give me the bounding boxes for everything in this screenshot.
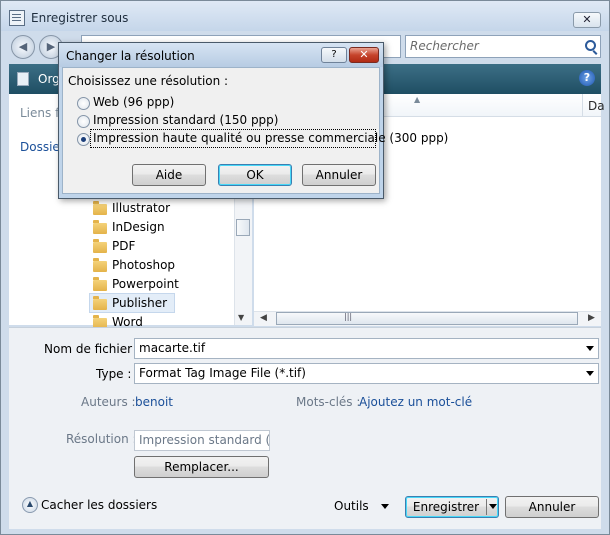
save-button-label: Enregistrer bbox=[412, 500, 480, 514]
option-web-label[interactable]: Web (96 ppp) bbox=[93, 95, 174, 109]
dialog-help-text-button[interactable]: Aide bbox=[132, 164, 206, 186]
file-type-value: Format Tag Image File (*.tif) bbox=[139, 366, 306, 380]
save-button-divider bbox=[486, 499, 487, 515]
resolution-label: Résolution : bbox=[66, 432, 137, 446]
tools-menu[interactable]: Outils bbox=[334, 499, 369, 513]
sort-arrow-icon: ▲ bbox=[414, 95, 421, 104]
filename-value: macarte.tif bbox=[139, 341, 206, 355]
dialog-cancel-button[interactable]: Annuler bbox=[302, 164, 376, 186]
organize-icon bbox=[17, 72, 29, 86]
option-standard-label[interactable]: Impression standard (150 ppp) bbox=[93, 113, 278, 127]
save-button[interactable]: Enregistrer bbox=[405, 496, 499, 518]
resolution-field: Impression standard (15 bbox=[134, 430, 270, 451]
window-title-bar: Enregistrer sous ✕ bbox=[1, 1, 609, 31]
folder-item-indesign[interactable]: InDesign bbox=[112, 220, 165, 234]
column-divider[interactable] bbox=[582, 94, 583, 116]
keywords-label: Mots-clés : bbox=[296, 395, 361, 409]
authors-value[interactable]: benoit bbox=[135, 395, 173, 409]
folder-icon bbox=[93, 239, 107, 253]
chevron-down-icon[interactable] bbox=[489, 504, 497, 509]
file-type-select[interactable]: Format Tag Image File (*.tif) bbox=[134, 363, 599, 384]
document-icon bbox=[9, 10, 25, 26]
scroll-grip-icon: ||| bbox=[344, 312, 353, 321]
resolution-value: Impression standard (15 bbox=[139, 433, 270, 447]
dialog-close-button[interactable]: ✕ bbox=[349, 47, 379, 63]
dialog-ok-button[interactable]: OK bbox=[218, 164, 292, 186]
folder-icon bbox=[93, 296, 107, 310]
help-icon[interactable]: ? bbox=[579, 70, 595, 86]
search-placeholder: Rechercher bbox=[410, 39, 479, 53]
replace-button[interactable]: Remplacer... bbox=[134, 456, 269, 478]
chevron-up-icon[interactable]: ▲ bbox=[22, 497, 38, 513]
search-icon[interactable] bbox=[585, 40, 596, 51]
folder-item-pdf[interactable]: PDF bbox=[112, 239, 135, 253]
window-title: Enregistrer sous bbox=[31, 11, 129, 25]
chevron-down-icon[interactable] bbox=[586, 346, 594, 351]
folder-item-photoshop[interactable]: Photoshop bbox=[112, 258, 175, 272]
back-button[interactable]: ◀ bbox=[11, 35, 35, 59]
option-high-quality-label[interactable]: Impression haute qualité ou presse comme… bbox=[93, 131, 448, 145]
folder-tree-scroll-thumb[interactable] bbox=[236, 219, 250, 236]
radio-web[interactable] bbox=[77, 97, 90, 110]
filename-field[interactable]: macarte.tif bbox=[134, 338, 599, 359]
filename-label: Nom de fichier : bbox=[44, 342, 140, 356]
folder-icon bbox=[93, 258, 107, 272]
scroll-down-icon[interactable]: ▼ bbox=[238, 313, 244, 322]
hide-folders-button[interactable]: Cacher les dossiers bbox=[41, 498, 157, 512]
tools-dropdown-icon[interactable] bbox=[381, 504, 389, 509]
cancel-button[interactable]: Annuler bbox=[505, 496, 599, 518]
folder-icon bbox=[93, 201, 107, 215]
file-list-scroll-thumb[interactable] bbox=[276, 312, 578, 325]
authors-label: Auteurs : bbox=[81, 395, 136, 409]
change-resolution-dialog: Changer la résolution ? ✕ Choisissez une… bbox=[58, 42, 448, 199]
folder-icon bbox=[93, 277, 107, 291]
chevron-down-icon[interactable] bbox=[586, 371, 594, 376]
folder-item-illustrator[interactable]: Illustrator bbox=[112, 201, 170, 215]
radio-high-quality[interactable] bbox=[77, 133, 90, 146]
search-input[interactable]: Rechercher bbox=[405, 35, 601, 58]
dialog-title: Changer la résolution bbox=[66, 49, 195, 63]
folder-icon bbox=[93, 220, 107, 234]
scroll-right-icon[interactable]: ▶ bbox=[588, 313, 595, 323]
radio-standard[interactable] bbox=[77, 115, 90, 128]
type-label: Type : bbox=[96, 367, 132, 381]
dialog-title-bar: Changer la résolution ? ✕ bbox=[59, 43, 383, 67]
resolution-prompt: Choisissez une résolution : bbox=[68, 74, 229, 88]
dialog-help-button[interactable]: ? bbox=[321, 47, 347, 63]
organize-button[interactable]: Org bbox=[38, 72, 60, 86]
dialog-body: Choisissez une résolution : Web (96 ppp)… bbox=[62, 67, 448, 194]
scroll-left-icon[interactable]: ◀ bbox=[260, 313, 267, 323]
folder-item-powerpoint[interactable]: Powerpoint bbox=[112, 277, 179, 291]
folder-item-publisher[interactable]: Publisher bbox=[112, 296, 167, 310]
add-keyword-link[interactable]: Ajoutez un mot-clé bbox=[359, 395, 472, 409]
date-column-header[interactable]: Da bbox=[588, 99, 605, 113]
window-close-button[interactable]: ✕ bbox=[573, 12, 601, 28]
